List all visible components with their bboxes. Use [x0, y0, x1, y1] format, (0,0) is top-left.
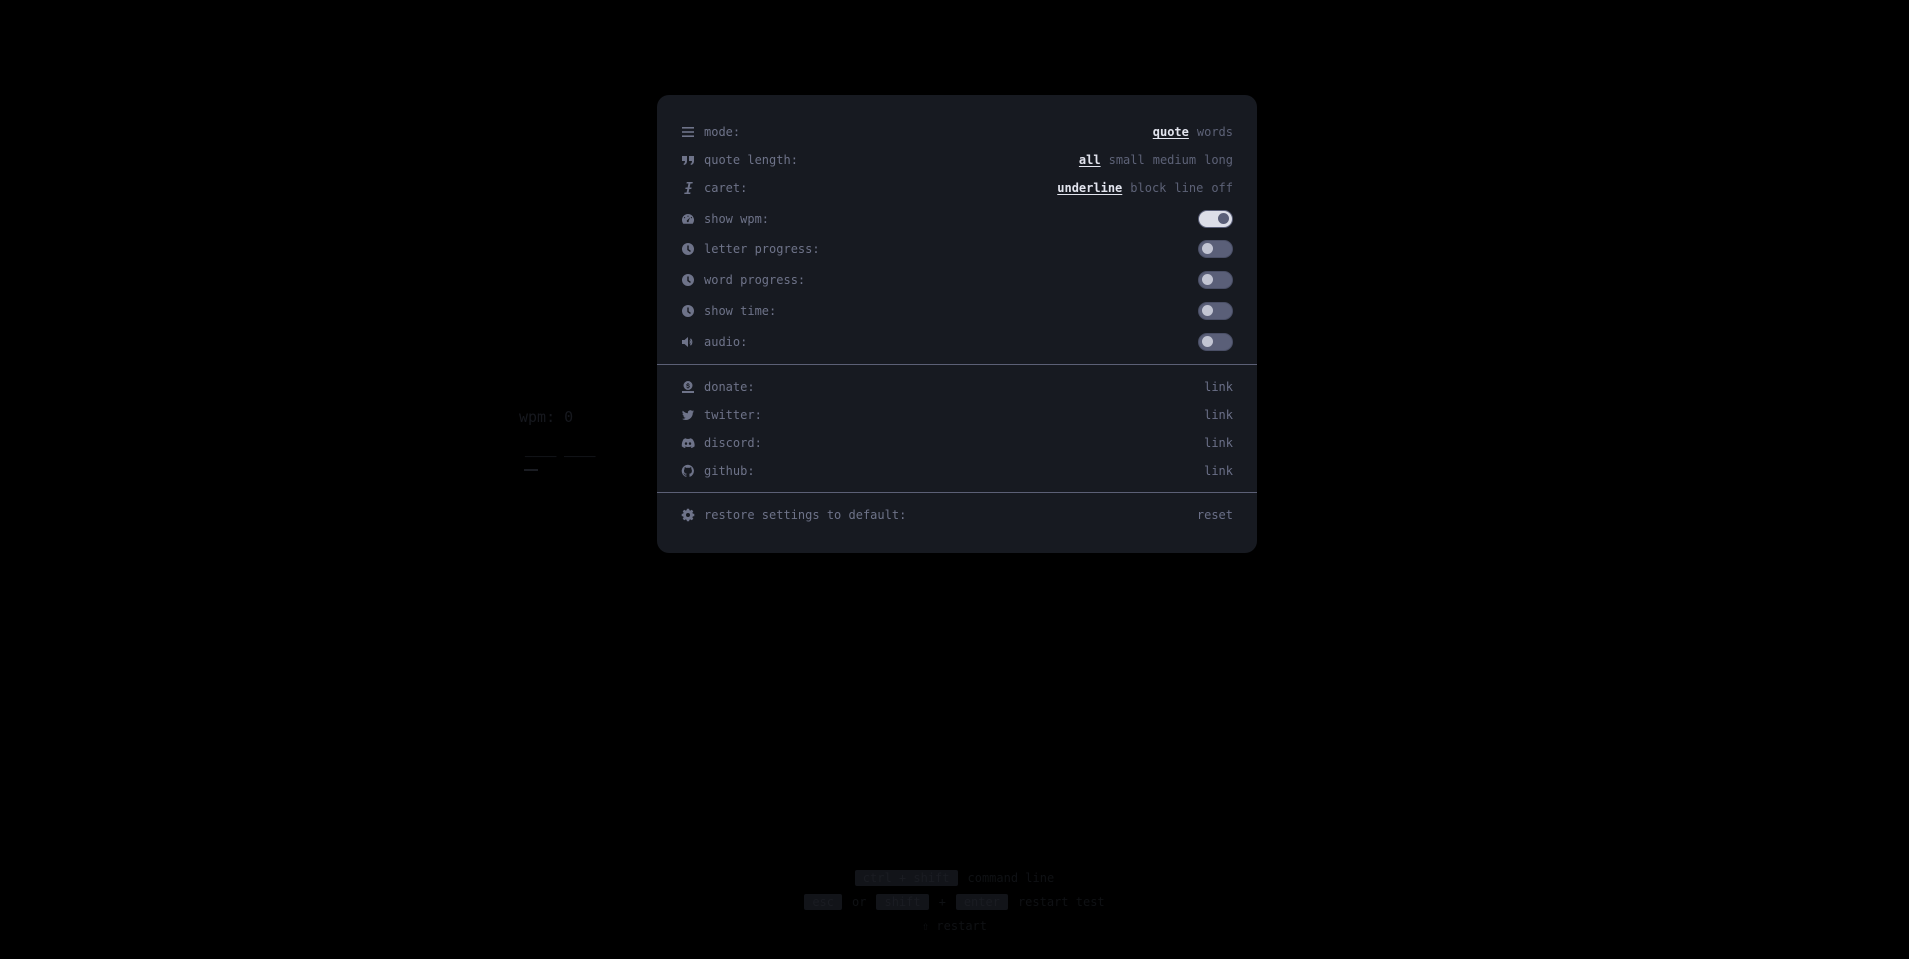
github-icon: [681, 464, 695, 478]
link-label: twitter:: [704, 408, 762, 422]
link-discord: discord: link: [681, 432, 1233, 454]
setting-label: word progress:: [704, 273, 806, 287]
twitter-icon: [681, 408, 695, 422]
setting-word-progress: word progress:: [681, 269, 1233, 291]
setting-letter-progress: letter progress:: [681, 238, 1233, 260]
discord-icon: [681, 436, 695, 450]
setting-show-time: show time:: [681, 300, 1233, 322]
hint-text: restart test: [1017, 895, 1105, 909]
hint-text: ⇧ restart: [921, 919, 988, 933]
list-icon: [681, 125, 695, 139]
setting-show-wpm: show wpm:: [681, 208, 1233, 230]
twitter-link[interactable]: link: [1204, 408, 1233, 422]
clock-icon: [681, 242, 695, 256]
quote-length-option-small[interactable]: small: [1109, 153, 1145, 167]
link-github: github: link: [681, 460, 1233, 482]
hint-key: shift: [876, 894, 929, 910]
quote-icon: [681, 153, 695, 167]
link-label: donate:: [704, 380, 755, 394]
word-progress-toggle[interactable]: [1198, 271, 1233, 289]
setting-audio: audio:: [681, 331, 1233, 353]
reset-button[interactable]: reset: [1197, 508, 1233, 522]
github-link[interactable]: link: [1204, 464, 1233, 478]
setting-label: show time:: [704, 304, 777, 318]
mode-option-quote[interactable]: quote: [1153, 125, 1189, 139]
background-words-preview: ──── ────: [525, 450, 596, 465]
setting-label: audio:: [704, 335, 748, 349]
i-cursor-icon: [681, 181, 695, 195]
gear-icon: [681, 508, 695, 522]
settings-modal: mode: quote words quote length: all smal…: [657, 95, 1257, 553]
caret-option-off[interactable]: off: [1211, 181, 1233, 195]
show-wpm-toggle[interactable]: [1198, 210, 1233, 228]
link-label: discord:: [704, 436, 762, 450]
link-donate: donate: link: [681, 376, 1233, 398]
section-divider: [657, 364, 1257, 365]
caret-option-underline[interactable]: underline: [1057, 181, 1122, 195]
hint-text: or: [852, 895, 867, 909]
section-divider: [657, 492, 1257, 493]
mode-option-words[interactable]: words: [1197, 125, 1233, 139]
donate-icon: [681, 380, 695, 394]
quote-length-option-medium[interactable]: medium: [1153, 153, 1196, 167]
setting-label: letter progress:: [704, 242, 820, 256]
setting-label: mode:: [704, 125, 741, 139]
background-hints: ctrl + shift command line esc or shift +…: [0, 868, 1909, 940]
hint-text: +: [938, 895, 946, 909]
restore-settings: restore settings to default: reset: [681, 504, 1233, 526]
speedometer-icon: [681, 212, 695, 226]
volume-icon: [681, 335, 695, 349]
setting-label: quote length:: [704, 153, 798, 167]
clock-icon: [681, 273, 695, 287]
caret-option-line[interactable]: line: [1174, 181, 1203, 195]
background-wpm-label: wpm: 0: [519, 408, 574, 426]
setting-mode: mode: quote words: [681, 121, 1233, 143]
caret-option-block[interactable]: block: [1130, 181, 1166, 195]
quote-length-option-all[interactable]: all: [1079, 153, 1101, 167]
hint-key: esc: [804, 894, 843, 910]
hint-key: ctrl + shift: [854, 870, 958, 886]
show-time-toggle[interactable]: [1198, 302, 1233, 320]
letter-progress-toggle[interactable]: [1198, 240, 1233, 258]
setting-label: caret:: [704, 181, 748, 195]
discord-link[interactable]: link: [1204, 436, 1233, 450]
setting-label: show wpm:: [704, 212, 770, 226]
quote-length-option-long[interactable]: long: [1204, 153, 1233, 167]
setting-caret: caret: underline block line off: [681, 177, 1233, 199]
restore-label: restore settings to default:: [704, 508, 907, 522]
link-label: github:: [704, 464, 755, 478]
donate-link[interactable]: link: [1204, 380, 1233, 394]
setting-quote-length: quote length: all small medium long: [681, 149, 1233, 171]
hint-text: command line: [967, 871, 1055, 885]
background-caret: [524, 469, 538, 471]
clock-icon: [681, 304, 695, 318]
audio-toggle[interactable]: [1198, 333, 1233, 351]
link-twitter: twitter: link: [681, 404, 1233, 426]
hint-key: enter: [955, 894, 1008, 910]
